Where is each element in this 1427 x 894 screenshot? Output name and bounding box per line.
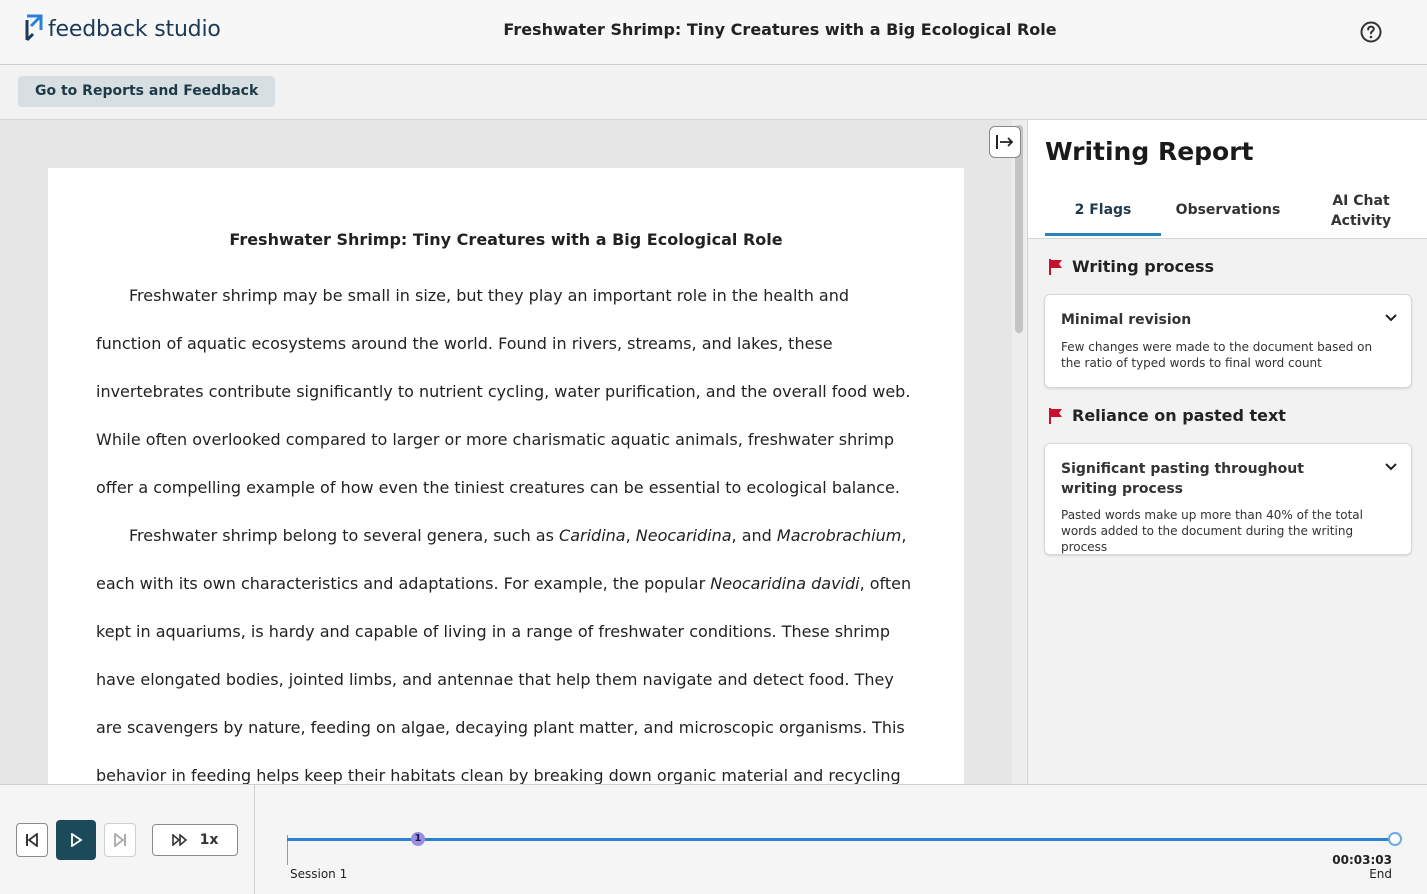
skip-back-icon xyxy=(26,833,38,847)
top-bar: feedback studio Freshwater Shrimp: Tiny … xyxy=(0,0,1427,65)
flag-card-title: Significant pasting throughout writing p… xyxy=(1061,461,1304,497)
chevron-down-icon[interactable] xyxy=(1384,460,1398,474)
timeline-track[interactable] xyxy=(287,838,1395,841)
flag-card-significant-pasting[interactable]: Significant pasting throughout writing p… xyxy=(1044,443,1412,555)
skip-to-end-button[interactable] xyxy=(104,823,136,857)
document-viewer[interactable]: Freshwater Shrimp: Tiny Creatures with a… xyxy=(0,120,1012,784)
flag-card-description: Pasted words make up more than 40% of th… xyxy=(1061,508,1363,554)
app-logo[interactable]: feedback studio xyxy=(24,14,221,44)
flag-card-minimal-revision[interactable]: Minimal revision Few changes were made t… xyxy=(1044,294,1412,388)
play-icon xyxy=(71,833,83,847)
logo-text: feedback studio xyxy=(48,16,221,42)
chevron-down-icon[interactable] xyxy=(1384,311,1398,325)
flag-icon xyxy=(1049,407,1062,424)
report-header: Writing Report 2 Flags Observations AI C… xyxy=(1028,120,1427,239)
logo-icon xyxy=(24,14,44,44)
essay-title: Freshwater Shrimp: Tiny Creatures with a… xyxy=(229,230,783,249)
fast-forward-icon xyxy=(171,834,187,846)
session-label: Session 1 xyxy=(290,867,348,881)
tab-flags[interactable]: 2 Flags xyxy=(1045,202,1161,218)
playback-bar: 1x 1 Session 1 00:03:03 End xyxy=(0,784,1427,894)
sub-toolbar: Go to Reports and Feedback xyxy=(0,65,1427,120)
writing-report-panel: Writing Report 2 Flags Observations AI C… xyxy=(1027,120,1427,784)
flag-icon xyxy=(1049,258,1062,275)
report-title: Writing Report xyxy=(1045,137,1254,166)
end-label: End xyxy=(1369,867,1392,881)
flag-card-title: Minimal revision xyxy=(1061,312,1192,328)
essay-paragraph-1: Freshwater shrimp may be small in size, … xyxy=(96,286,911,497)
skip-forward-icon xyxy=(114,833,126,847)
collapse-panel-button[interactable] xyxy=(989,126,1021,158)
document-title: Freshwater Shrimp: Tiny Creatures with a… xyxy=(503,20,1057,39)
playback-speed-button[interactable]: 1x xyxy=(152,824,238,856)
essay-paragraph-2: Freshwater shrimp belong to several gene… xyxy=(96,526,912,784)
timeline-playhead[interactable] xyxy=(1388,832,1402,846)
skip-to-start-button[interactable] xyxy=(16,823,48,857)
session-marker[interactable]: 1 xyxy=(411,832,425,846)
help-button[interactable] xyxy=(1359,20,1383,44)
go-to-reports-button[interactable]: Go to Reports and Feedback xyxy=(18,76,276,107)
flag-section-heading: Reliance on pasted text xyxy=(1072,406,1286,425)
speed-label: 1x xyxy=(199,832,219,848)
play-button[interactable] xyxy=(56,820,96,860)
collapse-right-icon xyxy=(996,135,1014,149)
end-time: 00:03:03 xyxy=(1332,853,1392,867)
tab-observations[interactable]: Observations xyxy=(1173,202,1283,218)
playback-controls: 1x xyxy=(0,785,255,894)
flag-section-pasted-text: Reliance on pasted text xyxy=(1048,406,1286,425)
tab-ai-chat-activity[interactable]: AI Chat Activity xyxy=(1306,191,1416,231)
active-tab-indicator xyxy=(1045,233,1161,236)
flag-section-heading: Writing process xyxy=(1072,257,1215,276)
document-page: Freshwater Shrimp: Tiny Creatures with a… xyxy=(48,168,964,784)
question-circle-icon xyxy=(1360,21,1382,43)
flag-card-description: Few changes were made to the document ba… xyxy=(1061,340,1373,370)
flag-section-writing-process: Writing process xyxy=(1048,257,1214,276)
